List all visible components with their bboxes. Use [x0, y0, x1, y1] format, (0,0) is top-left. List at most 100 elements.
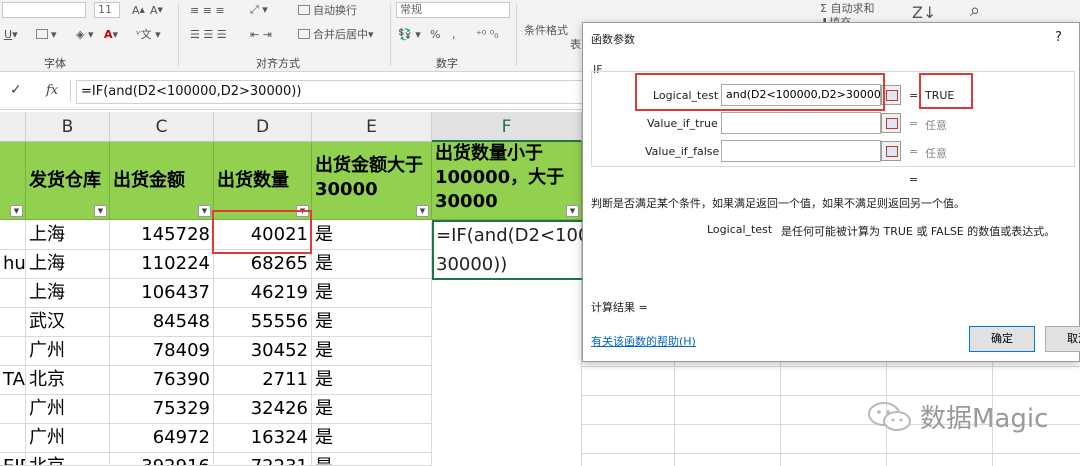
- filter-dropdown-icon[interactable]: ▼: [10, 205, 23, 217]
- cell-quantity[interactable]: 16324: [214, 424, 312, 453]
- cell-amount-check[interactable]: 是: [312, 424, 432, 453]
- column-header-e[interactable]: E: [312, 112, 432, 142]
- align-left-button[interactable]: ☰ ☰ ☰: [190, 26, 227, 42]
- cell-amount-check[interactable]: 是: [312, 337, 432, 366]
- cell-amount-check[interactable]: 是: [312, 453, 432, 466]
- cell-warehouse[interactable]: 武汉: [26, 308, 110, 337]
- header-cell-b[interactable]: 发货仓库 ▼: [26, 142, 110, 220]
- indent-button[interactable]: ⇤ ⇥: [250, 26, 272, 42]
- cell-amount[interactable]: 75329: [110, 395, 214, 424]
- cell-quantity[interactable]: 72231: [214, 453, 312, 466]
- header-cell-c[interactable]: 出货金额 ▼: [110, 142, 214, 220]
- cell-a[interactable]: [0, 424, 26, 453]
- decimal-buttons[interactable]: ⁺⁰ ⁰₀: [476, 26, 499, 42]
- cell-amount[interactable]: 145728: [110, 221, 214, 250]
- cell-warehouse[interactable]: 广州: [26, 395, 110, 424]
- cell-amount[interactable]: 392916: [110, 453, 214, 466]
- cell-amount-check[interactable]: 是: [312, 250, 432, 279]
- grow-font-label: A: [132, 3, 140, 17]
- number-format-select[interactable]: 常规: [396, 2, 510, 18]
- cell-warehouse[interactable]: 广州: [26, 337, 110, 366]
- cell-amount[interactable]: 76390: [110, 366, 214, 395]
- column-header-b[interactable]: B: [26, 112, 110, 142]
- cell-a[interactable]: [0, 221, 26, 250]
- cell-amount[interactable]: 64972: [110, 424, 214, 453]
- cell-a[interactable]: EID: [0, 453, 26, 466]
- ok-button[interactable]: 确定: [969, 326, 1035, 352]
- cell-amount-check[interactable]: 是: [312, 366, 432, 395]
- column-header-d[interactable]: D: [214, 112, 312, 142]
- font-color-button[interactable]: A ▾: [104, 26, 118, 42]
- wrap-text-button[interactable]: 自动换行: [298, 2, 357, 18]
- cell-amount-check[interactable]: 是: [312, 279, 432, 308]
- border-button[interactable]: ▾: [36, 26, 57, 42]
- phonetic-button[interactable]: ᵛ文 ▾: [136, 26, 161, 42]
- shrink-font-button[interactable]: A ▼: [150, 2, 163, 18]
- formula-input[interactable]: =IF(and(D2<100000,D2>30000)): [76, 80, 586, 104]
- cell-a[interactable]: TAS: [0, 366, 26, 395]
- enter-check-icon[interactable]: ✓: [10, 82, 22, 98]
- cell-a[interactable]: [0, 308, 26, 337]
- filter-dropdown-icon[interactable]: ▼: [416, 205, 429, 217]
- function-help-link[interactable]: 有关该函数的帮助(H): [591, 333, 696, 349]
- help-button[interactable]: ?: [1055, 30, 1062, 45]
- cell-warehouse[interactable]: 北京: [26, 366, 110, 395]
- header-cell-e[interactable]: 出货金额大于30000 ▼: [312, 142, 432, 220]
- cell-warehouse[interactable]: 北京: [26, 453, 110, 466]
- cell-a[interactable]: hua: [0, 250, 26, 279]
- table-format-button[interactable]: 表: [570, 36, 581, 52]
- cell-amount-check[interactable]: 是: [312, 395, 432, 424]
- percent-button[interactable]: %: [430, 26, 440, 42]
- value-if-false-input[interactable]: [721, 140, 881, 162]
- cell-amount[interactable]: 106437: [110, 279, 214, 308]
- column-header-f[interactable]: F: [432, 112, 582, 142]
- collapse-dialog-icon[interactable]: [881, 141, 901, 161]
- cell-quantity[interactable]: 55556: [214, 308, 312, 337]
- cell-amount[interactable]: 84548: [110, 308, 214, 337]
- fx-icon[interactable]: fx: [46, 83, 58, 98]
- collapse-dialog-icon[interactable]: [881, 113, 901, 133]
- cell-quantity[interactable]: 46219: [214, 279, 312, 308]
- cell-quantity[interactable]: 68265: [214, 250, 312, 279]
- cell-quantity[interactable]: 30452: [214, 337, 312, 366]
- cell-a[interactable]: [0, 337, 26, 366]
- cell-amount-check[interactable]: 是: [312, 221, 432, 250]
- column-header-c[interactable]: C: [110, 112, 214, 142]
- cell-a[interactable]: [0, 395, 26, 424]
- cell-warehouse[interactable]: 广州: [26, 424, 110, 453]
- merge-center-label: 合并后居中: [313, 28, 368, 41]
- header-cell-d[interactable]: 出货数量 ▼: [214, 142, 312, 220]
- comma-button[interactable]: ,: [452, 26, 456, 42]
- column-header-a[interactable]: [0, 112, 26, 142]
- cell-amount-check[interactable]: 是: [312, 308, 432, 337]
- underline-button[interactable]: U ▾: [4, 26, 18, 42]
- cell-amount[interactable]: 78409: [110, 337, 214, 366]
- filter-dropdown-icon[interactable]: ▼: [566, 205, 579, 217]
- header-cell-f[interactable]: 出货数量小于100000，大于30000 ▼: [432, 142, 582, 220]
- grow-font-button[interactable]: A ▲: [132, 2, 145, 18]
- header-quantity: 出货数量: [217, 169, 289, 191]
- merge-center-button[interactable]: 合并后居中 ▾: [298, 26, 374, 42]
- filter-dropdown-icon[interactable]: ▼: [198, 205, 211, 217]
- font-size-box[interactable]: 11: [94, 2, 120, 18]
- cell-amount[interactable]: 110224: [110, 250, 214, 279]
- dialog-title: 函数参数: [591, 33, 635, 46]
- cancel-button[interactable]: 取消: [1045, 326, 1080, 352]
- value-if-true-input[interactable]: [721, 112, 881, 134]
- header-cell-a[interactable]: ▼: [0, 142, 26, 220]
- orientation-button[interactable]: ⤢ ▾: [250, 2, 268, 18]
- conditional-format-button[interactable]: 条件格式: [524, 22, 568, 38]
- cell-warehouse[interactable]: 上海: [26, 279, 110, 308]
- find-icon[interactable]: ⌕: [970, 0, 980, 21]
- cell-warehouse[interactable]: 上海: [26, 250, 110, 279]
- cell-warehouse[interactable]: 上海: [26, 221, 110, 250]
- filter-dropdown-icon[interactable]: ▼: [94, 205, 107, 217]
- fill-color-button[interactable]: ◈ ▾: [76, 26, 93, 42]
- font-name-box[interactable]: [2, 2, 86, 18]
- align-top-button[interactable]: ≡ ≡ ≡: [190, 2, 225, 18]
- currency-button[interactable]: 💱 ▾: [398, 26, 421, 42]
- cell-a[interactable]: [0, 279, 26, 308]
- cell-quantity[interactable]: 2711: [214, 366, 312, 395]
- sort-icon[interactable]: Z↓: [912, 3, 936, 22]
- cell-quantity[interactable]: 32426: [214, 395, 312, 424]
